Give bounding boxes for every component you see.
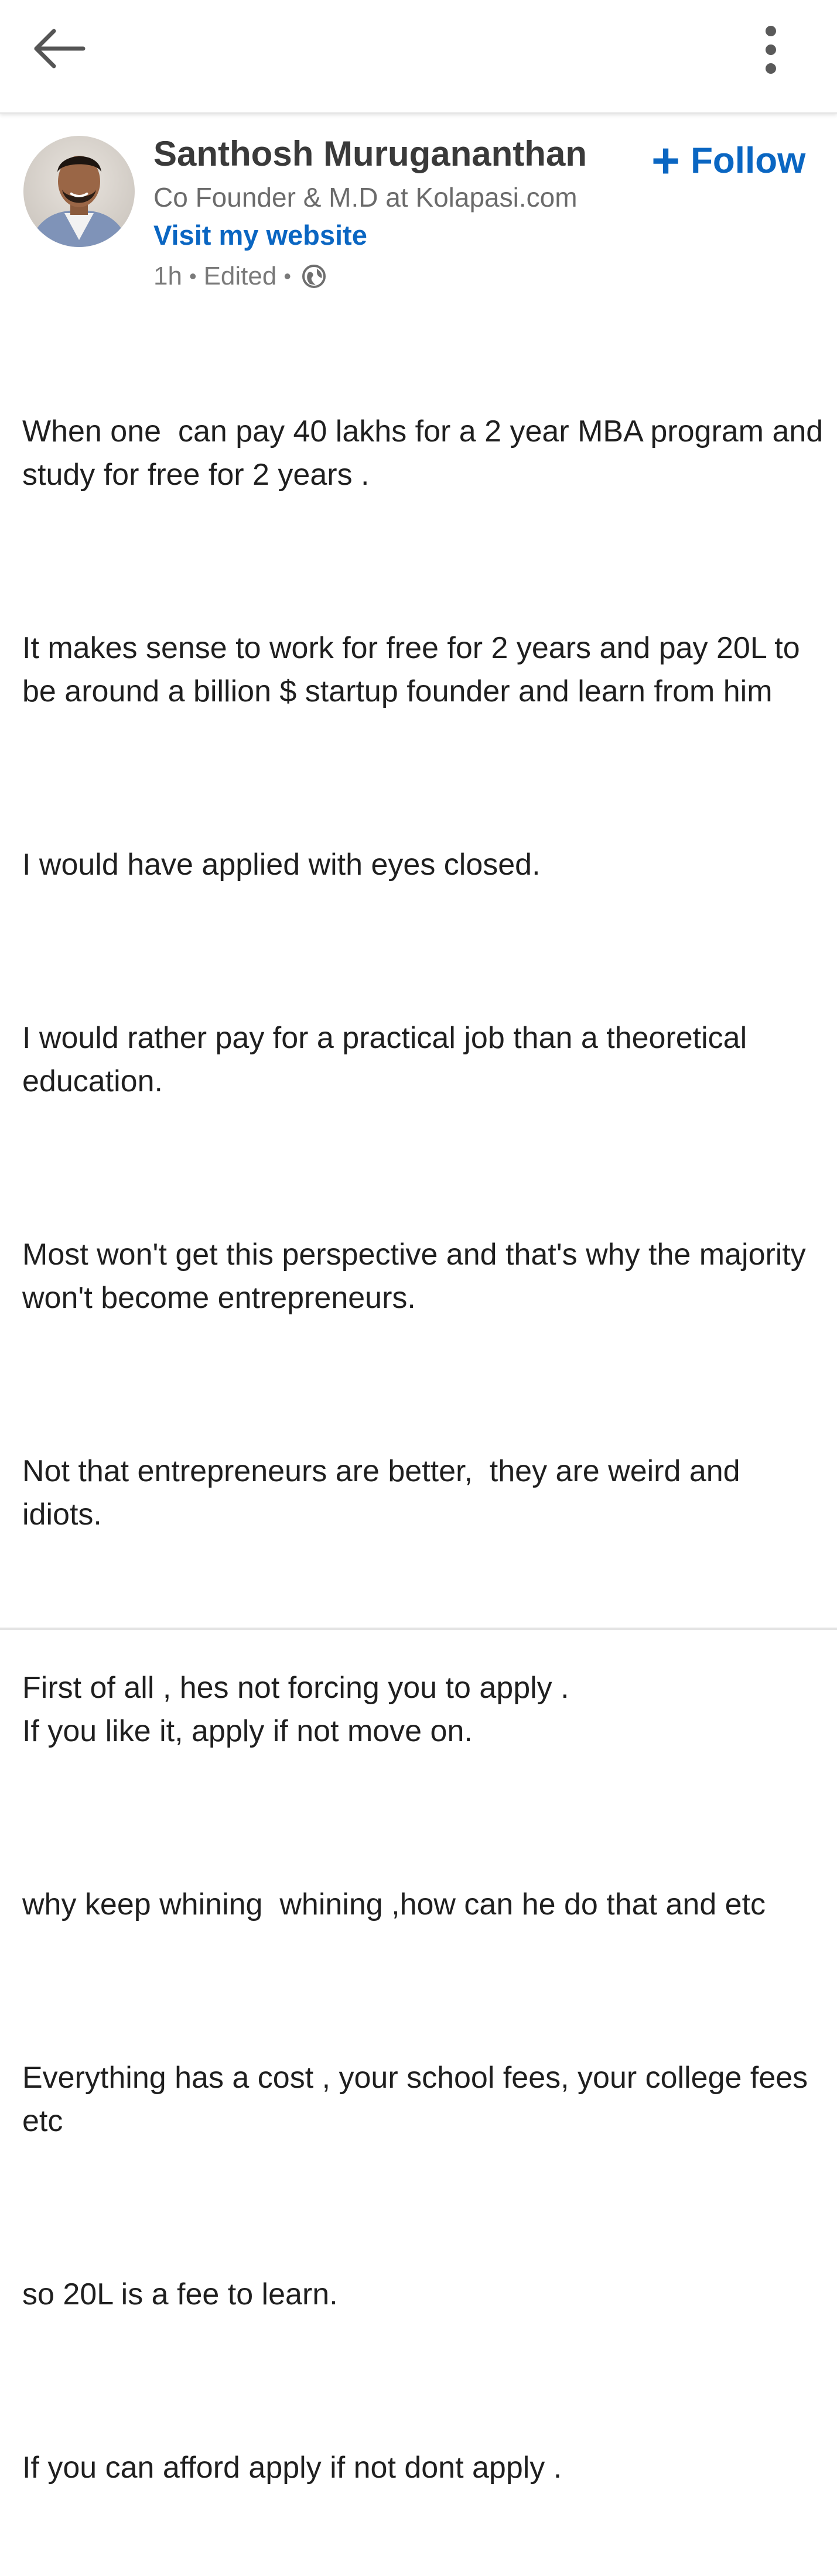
post-paragraph: so 20L is a fee to learn.	[22, 2277, 338, 2311]
arrow-left-icon	[34, 29, 86, 68]
post-paragraph: I would have applied with eyes closed.	[22, 848, 541, 882]
meta-separator: •	[283, 264, 291, 288]
more-options-button[interactable]	[747, 18, 794, 82]
post-paragraph: When one can pay 40 lakhs for a 2 year M…	[22, 415, 832, 492]
plus-icon: +	[651, 133, 681, 188]
author-headline: Co Founder & M.D at Kolapasi.com	[153, 182, 578, 213]
edited-label: Edited	[203, 262, 277, 290]
post-paragraph: Most won't get this perspective and that…	[22, 1238, 815, 1315]
top-app-bar	[0, 0, 837, 114]
author-avatar[interactable]	[23, 136, 135, 247]
visit-website-link[interactable]: Visit my website	[153, 219, 367, 251]
post-text: When one can pay 40 lakhs for a 2 year M…	[22, 323, 825, 2576]
post-paragraph: why keep whining whining ,how can he do …	[22, 1888, 766, 1921]
bottom-divider	[0, 1628, 837, 1630]
meta-separator: •	[189, 264, 197, 288]
post-time: 1h	[153, 262, 182, 290]
post-meta: 1h • Edited •	[153, 259, 326, 294]
post-paragraph: I would rather pay for a practical job t…	[22, 1021, 756, 1098]
back-button[interactable]	[23, 22, 94, 75]
author-name[interactable]: Santhosh Murugananthan	[153, 133, 622, 174]
follow-button[interactable]: + Follow	[651, 136, 805, 185]
vertical-ellipsis-icon	[766, 26, 776, 74]
post-paragraph: Not that entrepreneurs are better, they …	[22, 1454, 749, 1532]
post-paragraph: If you can afford apply if not dont appl…	[22, 2451, 562, 2485]
post-paragraph: Everything has a cost , your school fees…	[22, 2061, 816, 2138]
post-paragraph: First of all , hes not forcing you to ap…	[22, 1671, 569, 1748]
post-paragraph: It makes sense to work for free for 2 ye…	[22, 631, 809, 708]
post-card: Santhosh Murugananthan Co Founder & M.D …	[0, 115, 837, 2485]
follow-label: Follow	[691, 140, 806, 181]
avatar-photo	[23, 136, 135, 247]
globe-icon	[302, 265, 326, 288]
